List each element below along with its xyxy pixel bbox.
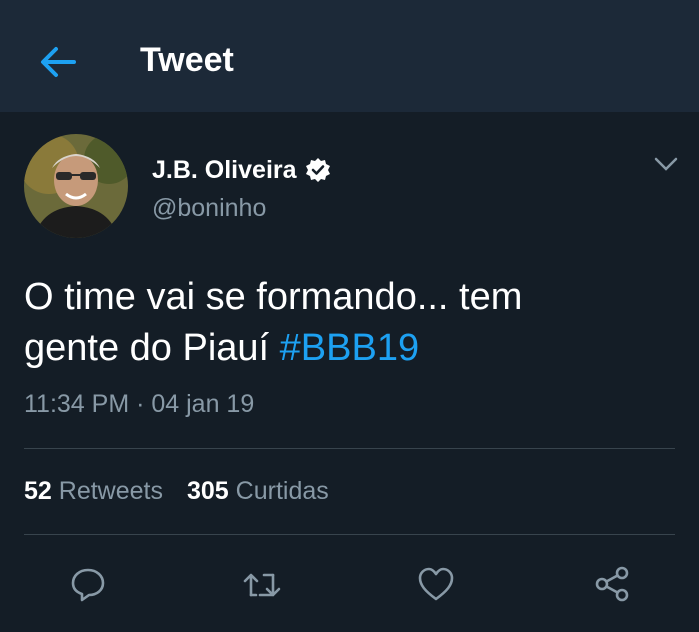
hashtag-link[interactable]: #BBB19 xyxy=(280,327,419,369)
author-handle[interactable]: @boninho xyxy=(152,194,266,223)
chevron-down-icon xyxy=(654,157,678,171)
likes-label: Curtidas xyxy=(235,477,329,505)
likes-count: 305 xyxy=(186,477,229,505)
arrow-left-icon xyxy=(41,47,76,77)
retweets-count: 52 xyxy=(24,477,52,505)
retweets-label: Retweets xyxy=(58,477,163,505)
avatar[interactable] xyxy=(24,134,128,238)
divider xyxy=(24,448,675,449)
retweet-button[interactable] xyxy=(242,564,282,604)
tweet-menu-button[interactable] xyxy=(650,150,682,178)
reply-icon xyxy=(71,568,105,602)
tweet-text: O time vai se formando... tem gente do P… xyxy=(24,272,674,374)
author-name-row[interactable]: J.B. Oliveira xyxy=(152,152,331,188)
app-header: Tweet xyxy=(0,0,699,112)
retweets-stat[interactable]: 52 Retweets xyxy=(24,477,163,506)
tweet-text-segment: gente do Piauí xyxy=(24,327,270,369)
tweet-stats: 52 Retweets 305 Curtidas xyxy=(24,477,329,506)
tweet-text-line: gente do Piauí #BBB19 xyxy=(24,323,674,374)
verified-badge-icon xyxy=(305,158,330,182)
share-icon xyxy=(595,566,629,602)
like-button[interactable] xyxy=(416,564,456,604)
retweet-icon xyxy=(243,573,281,597)
tweet-timestamp: 11:34 PM · 04 jan 19 xyxy=(24,390,255,418)
likes-stat[interactable]: 305 Curtidas xyxy=(187,477,329,506)
share-button[interactable] xyxy=(592,564,632,604)
page-title: Tweet xyxy=(140,41,234,79)
author-name[interactable]: J.B. Oliveira xyxy=(152,156,297,185)
tweet-actions xyxy=(0,556,699,608)
like-icon xyxy=(418,567,454,601)
reply-button[interactable] xyxy=(68,564,108,604)
divider xyxy=(24,534,675,535)
back-button[interactable] xyxy=(34,38,82,86)
tweet-text-line: O time vai se formando... tem xyxy=(24,276,523,318)
